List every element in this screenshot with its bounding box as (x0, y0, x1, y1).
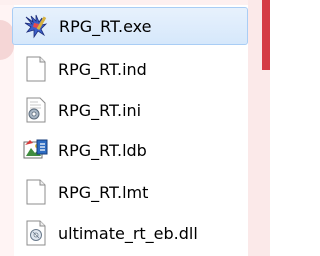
file-name: RPG_RT.exe (59, 16, 152, 36)
file-item-ultimate-rt-eb-dll[interactable]: ultimate_rt_eb.dll (12, 214, 248, 252)
file-name: RPG_RT.lmt (58, 182, 149, 202)
database-file-icon (22, 136, 50, 164)
blank-file-icon (22, 178, 50, 206)
blank-file-icon (22, 55, 50, 83)
file-list: RPG_RT.exe RPG_RT.ind RPG_RT.ini RPG_RT.… (0, 0, 270, 256)
file-item-rpg-rt-ini[interactable]: RPG_RT.ini (12, 91, 248, 129)
settings-file-icon (22, 96, 50, 124)
file-name: RPG_RT.ind (58, 59, 147, 79)
file-name: ultimate_rt_eb.dll (58, 223, 198, 243)
file-item-rpg-rt-exe[interactable]: RPG_RT.exe (12, 7, 248, 45)
file-name: RPG_RT.ini (58, 100, 142, 120)
exe-app-icon (23, 12, 51, 40)
dll-file-icon (22, 219, 50, 247)
file-item-rpg-rt-ldb[interactable]: RPG_RT.ldb (12, 131, 248, 169)
file-item-rpg-rt-ind[interactable]: RPG_RT.ind (12, 50, 248, 88)
file-item-rpg-rt-lmt[interactable]: RPG_RT.lmt (12, 173, 248, 211)
file-name: RPG_RT.ldb (58, 140, 147, 160)
